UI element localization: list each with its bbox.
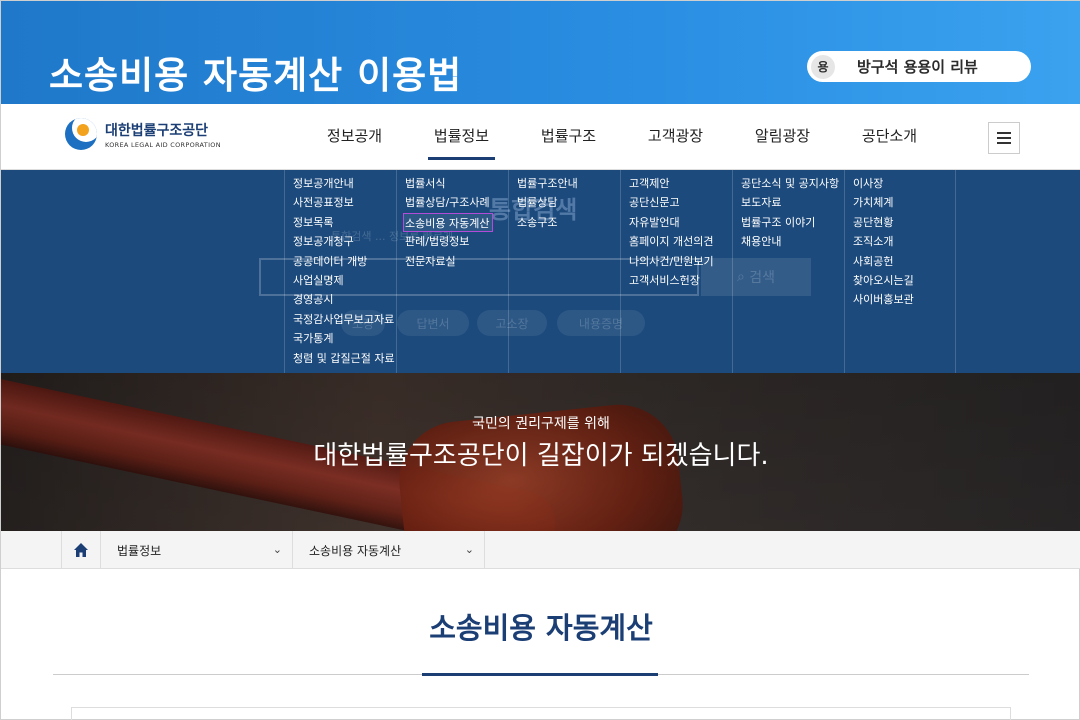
mega-link[interactable]: 채용안내 (741, 232, 844, 251)
mega-link[interactable]: 법률상담/구조사례 (405, 193, 508, 212)
mega-link[interactable]: 경영공시 (293, 290, 396, 309)
mega-link[interactable]: 국정감사업무보고자료 (293, 310, 396, 329)
breadcrumb: 법률정보 ⌄ 소송비용 자동계산 ⌄ (1, 531, 1080, 569)
breadcrumb-level2-label: 소송비용 자동계산 (309, 543, 402, 558)
mega-link[interactable]: 사이버홍보관 (853, 290, 955, 309)
banner-title: 소송비용 자동계산 이용법 (49, 54, 463, 97)
mega-link[interactable]: 법률구조안내 (517, 174, 620, 193)
promo-banner: 소송비용 자동계산 이용법 용 방구석 용용이 리뷰 (1, 1, 1080, 104)
logo-emblem-icon (65, 118, 97, 150)
hero-subtitle: 국민의 권리구제를 위해 (472, 416, 610, 432)
logo-name-ko: 대한법률구조공단 (105, 122, 209, 139)
mega-menu: 통합검색 통합검색 ... 정보를 빠르게 ... ⌕ 검색 소장 답변서 고소… (1, 170, 1080, 373)
mega-link[interactable]: 법률서식 (405, 174, 508, 193)
page-title: 소송비용 자동계산 (429, 611, 653, 645)
nav-about[interactable]: 공단소개 (836, 104, 943, 170)
mega-link[interactable]: 공공데이터 개방 (293, 252, 396, 271)
mega-col-legal-aid: 법률구조안내 법률상담 소송구조 (508, 170, 620, 373)
nav-notice-plaza[interactable]: 알림광장 (729, 104, 836, 170)
home-icon[interactable] (61, 531, 101, 569)
mega-col-customer-plaza: 고객제안 공단신문고 자유발언대 홈페이지 개선의견 나의사건/민원보기 고객서… (620, 170, 732, 373)
site-header: 대한법률구조공단 KOREA LEGAL AID CORPORATION 정보공… (1, 104, 1080, 170)
channel-logo-icon: 용 (811, 54, 835, 79)
mega-link[interactable]: 고객서비스헌장 (629, 271, 732, 290)
breadcrumb-select-level2[interactable]: 소송비용 자동계산 ⌄ (293, 531, 485, 569)
menu-icon[interactable] (988, 122, 1020, 154)
mega-link[interactable]: 공단현황 (853, 213, 955, 232)
mega-link[interactable]: 판례/법령정보 (405, 232, 508, 251)
mega-col-legal-info: 법률서식 법률상담/구조사례 소송비용 자동계산 판례/법령정보 전문자료실 (396, 170, 508, 373)
mega-link[interactable]: 정보공개안내 (293, 174, 396, 193)
mega-link[interactable]: 고객제안 (629, 174, 732, 193)
content-panel (71, 707, 1011, 720)
mega-link[interactable]: 나의사건/민원보기 (629, 252, 732, 271)
mega-link[interactable]: 보도자료 (741, 193, 844, 212)
mega-link[interactable]: 소송구조 (517, 213, 620, 232)
breadcrumb-level1-label: 법률정보 (117, 543, 162, 558)
main-nav: 정보공개 법률정보 법률구조 고객광장 알림광장 공단소개 (301, 104, 943, 170)
breadcrumb-select-level1[interactable]: 법률정보 ⌄ (101, 531, 293, 569)
mega-link[interactable]: 법률상담 (517, 193, 620, 212)
mega-link[interactable]: 이사장 (853, 174, 955, 193)
mega-col-about: 이사장 가치체계 공단현황 조직소개 사회공헌 찾아오시는길 사이버홍보관 (844, 170, 956, 373)
channel-badge: 용 방구석 용용이 리뷰 (807, 51, 1031, 82)
chevron-down-icon: ⌄ (272, 543, 282, 556)
mega-link[interactable]: 사전공표정보 (293, 193, 396, 212)
nav-info-disclosure[interactable]: 정보공개 (301, 104, 408, 170)
channel-name: 방구석 용용이 리뷰 (857, 58, 978, 76)
mega-link[interactable]: 국가통계 (293, 329, 396, 348)
mega-link[interactable]: 홈페이지 개선의견 (629, 232, 732, 251)
nav-legal-aid[interactable]: 법률구조 (515, 104, 622, 170)
nav-customer-plaza[interactable]: 고객광장 (622, 104, 729, 170)
mega-link[interactable]: 찾아오시는길 (853, 271, 955, 290)
mega-link[interactable]: 법률구조 이야기 (741, 213, 844, 232)
title-underline (422, 673, 658, 676)
mega-link-litigation-cost-calc[interactable]: 소송비용 자동계산 (403, 212, 493, 233)
mega-link[interactable]: 공단신문고 (629, 193, 732, 212)
mega-link[interactable]: 가치체계 (853, 193, 955, 212)
logo-name-en: KOREA LEGAL AID CORPORATION (105, 140, 221, 149)
mega-link[interactable]: 정보목록 (293, 213, 396, 232)
mega-link[interactable]: 사회공헌 (853, 252, 955, 271)
mega-link[interactable]: 정보공개청구 (293, 232, 396, 251)
chevron-down-icon: ⌄ (464, 543, 474, 556)
mega-link[interactable]: 조직소개 (853, 232, 955, 251)
mega-link[interactable]: 청렴 및 갑질근절 자료 (293, 349, 396, 368)
hero-headline: 대한법률구조공단이 길잡이가 되겠습니다. (313, 441, 769, 471)
nav-legal-info[interactable]: 법률정보 (408, 104, 515, 170)
mega-link[interactable]: 자유발언대 (629, 213, 732, 232)
mega-link[interactable]: 사업실명제 (293, 271, 396, 290)
mega-col-notice-plaza: 공단소식 및 공지사항 보도자료 법률구조 이야기 채용안내 (732, 170, 844, 373)
mega-col-info-disclosure: 정보공개안내 사전공표정보 정보목록 정보공개청구 공공데이터 개방 사업실명제… (284, 170, 396, 373)
mega-link[interactable]: 전문자료실 (405, 252, 508, 271)
hero-banner: 국민의 권리구제를 위해 대한법률구조공단이 길잡이가 되겠습니다. (1, 373, 1080, 531)
site-logo[interactable]: 대한법률구조공단 KOREA LEGAL AID CORPORATION (65, 118, 221, 150)
mega-link[interactable]: 공단소식 및 공지사항 (741, 174, 844, 193)
